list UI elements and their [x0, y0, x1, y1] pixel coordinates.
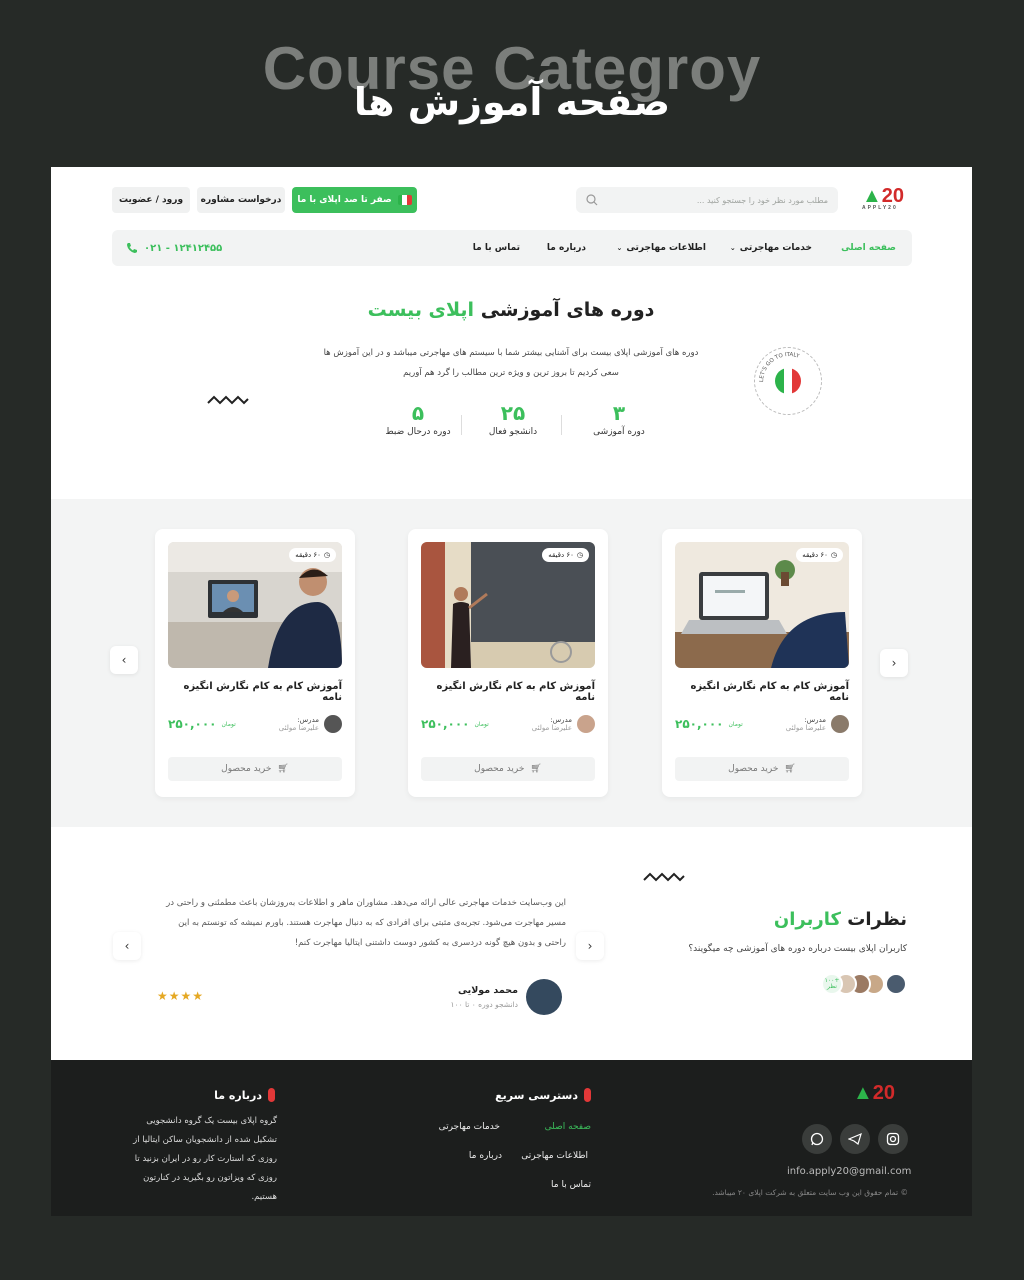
chevron-down-icon: ⌄ — [616, 244, 623, 252]
copyright-text: © تمام حقوق این وب سایت متعلق به شرکت اپ… — [712, 1188, 908, 1197]
phone-number[interactable]: ۰۲۱ - ۱۲۴۱۲۴۵۵ — [126, 230, 222, 266]
website-mockup: ▲20 APPLY20 مطلب مورد نظر خود را جستجو ک… — [51, 167, 972, 1060]
stat-courses: ۳ دوره آموزشی — [593, 401, 645, 437]
duration-badge: ◷ ۶۰ دقیقه — [289, 548, 336, 562]
buy-button[interactable]: 🛒︎ خرید محصول — [675, 757, 849, 781]
chevron-right-icon: › — [891, 656, 897, 670]
site-footer: ▲20 info.apply20@gmail.com © تمام حقوق ا… — [51, 1060, 972, 1216]
course-image: ◷ ۶۰ دقیقه — [168, 542, 342, 668]
reviews-subtitle: کاربران اپلای بیست درباره دوره های آموزش… — [688, 944, 907, 954]
login-button[interactable]: ورود / عضویت — [112, 187, 190, 213]
search-input[interactable]: مطلب مورد نظر خود را جستجو کنید ... — [576, 187, 838, 213]
intro-description: دوره های آموزشی اپلای بیست برای آشنایی ب… — [323, 348, 699, 378]
course-price: تومان ۲۵۰,۰۰۰ — [168, 717, 236, 731]
duration-badge: ◷ ۶۰ دقیقه — [796, 548, 843, 562]
intro-title: دوره های آموزشی اپلای بیست — [367, 299, 655, 321]
footer-link-home[interactable]: صفحه اصلی — [545, 1122, 591, 1132]
zigzag-decoration-icon — [643, 872, 685, 882]
avatar — [885, 973, 907, 995]
whatsapp-icon[interactable] — [802, 1124, 832, 1154]
telegram-icon[interactable] — [840, 1124, 870, 1154]
course-teacher: مدرس: علیرضا مولئی — [279, 715, 342, 733]
course-price: تومان ۲۵۰,۰۰۰ — [675, 717, 743, 731]
italy-badge: LET'S GO TO ITALY — [754, 347, 822, 415]
teacher-avatar — [324, 715, 342, 733]
red-marker-icon — [268, 1088, 275, 1102]
cart-icon: 🛒︎ — [530, 764, 542, 774]
instagram-icon[interactable] — [878, 1124, 908, 1154]
chevron-left-icon: ‹ — [124, 939, 130, 953]
teacher-avatar — [577, 715, 595, 733]
course-card[interactable]: ◷ ۶۰ دقیقه آموزش کام به کام نگارش انگیزه… — [155, 529, 355, 797]
footer-email[interactable]: info.apply20@gmail.com — [787, 1166, 911, 1177]
course-card[interactable]: ◷ ۶۰ دقیقه آموزش کام به کام نگارش انگیزه… — [408, 529, 608, 797]
carousel-next-button[interactable]: › — [880, 649, 908, 677]
stat-recording: ۵ دوره درحال ضبط — [385, 401, 451, 437]
course-teacher: مدرس: علیرضا مولئی — [786, 715, 849, 733]
zigzag-decoration-icon — [207, 395, 249, 405]
reviewer-avatar — [526, 979, 562, 1015]
nav-item-home[interactable]: صفحه اصلی — [841, 230, 896, 266]
stat-divider — [561, 415, 562, 435]
consult-button[interactable]: درخواست مشاوره — [197, 187, 285, 213]
chevron-right-icon: › — [587, 939, 593, 953]
search-icon — [586, 194, 598, 206]
logo-triangle-icon: ▲ — [853, 1082, 873, 1104]
footer-link-about[interactable]: درباره ما — [469, 1151, 502, 1161]
course-image: ◷ ۶۰ دقیقه — [421, 542, 595, 668]
course-title[interactable]: آموزش کام به کام نگارش انگیزه نامه — [675, 681, 849, 703]
red-marker-icon — [584, 1088, 591, 1102]
main-nav: صفحه اصلی خدمات مهاجرتی ⌄ اطلاعات مهاجرتی… — [112, 230, 912, 266]
about-text: گروه اپلای بیست یک گروه دانشجویی تشکیل ش… — [133, 1116, 277, 1202]
duration-badge: ◷ ۶۰ دقیقه — [542, 548, 589, 562]
footer-logo[interactable]: ▲20 — [853, 1082, 895, 1105]
reviews-title: نظرات کاربران — [773, 909, 907, 930]
phone-icon — [127, 243, 137, 253]
course-title[interactable]: آموزش کام به کام نگارش انگیزه نامه — [421, 681, 595, 703]
chevron-left-icon: ‹ — [121, 653, 127, 667]
italy-flag-icon — [397, 195, 412, 205]
reviewer-avatars: +۱۰۰ نظر — [821, 973, 907, 995]
nav-item-info[interactable]: اطلاعات مهاجرتی ⌄ — [617, 230, 706, 266]
social-icons — [802, 1124, 908, 1154]
quick-links-title: دسترسی سریع — [495, 1088, 591, 1102]
chevron-down-icon: ⌄ — [729, 244, 736, 252]
course-card[interactable]: ◷ ۶۰ دقیقه آموزش کام به کام نگارش انگیزه… — [662, 529, 862, 797]
review-next-button[interactable]: › — [576, 932, 604, 960]
course-teacher: مدرس: علیرضا مولئی — [532, 715, 595, 733]
persian-hero-title: صفحه آموزش ها — [353, 80, 671, 124]
review-prev-button[interactable]: ‹ — [113, 932, 141, 960]
rating-stars: ★★★★ — [157, 989, 205, 1003]
nav-item-services[interactable]: خدمات مهاجرتی ⌄ — [730, 230, 812, 266]
clock-icon: ◷ — [830, 551, 837, 559]
badge-circular-text: LET'S GO TO ITALY — [759, 352, 801, 382]
reviewer-info: محمد مولایی دانشجو دوره ۰ تا ۱۰۰ — [451, 979, 562, 1015]
course-title[interactable]: آموزش کام به کام نگارش انگیزه نامه — [168, 681, 342, 703]
teacher-avatar — [831, 715, 849, 733]
clock-icon: ◷ — [576, 551, 583, 559]
course-price: تومان ۲۵۰,۰۰۰ — [421, 717, 489, 731]
course-image: ◷ ۶۰ دقیقه — [675, 542, 849, 668]
footer-link-info[interactable]: اطلاعات مهاجرتی — [521, 1151, 588, 1161]
stat-students: ۲۵ دانشجو فعال — [488, 401, 538, 437]
cart-icon: 🛒︎ — [277, 764, 289, 774]
logo-triangle-icon: ▲ — [861, 185, 882, 207]
footer-link-contact[interactable]: تماس با ما — [551, 1180, 591, 1190]
about-title: درباره ما — [214, 1088, 275, 1102]
footer-link-services[interactable]: خدمات مهاجرتی — [439, 1122, 500, 1132]
review-count-badge: +۱۰۰ نظر — [821, 973, 843, 995]
carousel-prev-button[interactable]: ‹ — [110, 646, 138, 674]
review-quote: این وب‌سایت خدمات مهاجرتی عالی ارائه می‌… — [166, 898, 566, 948]
nav-item-contact[interactable]: تماس با ما — [473, 230, 520, 266]
buy-button[interactable]: 🛒︎ خرید محصول — [421, 757, 595, 781]
buy-button[interactable]: 🛒︎ خرید محصول — [168, 757, 342, 781]
cta-button[interactable]: صفر تا صد اپلای با ما — [292, 187, 417, 213]
site-logo[interactable]: ▲20 APPLY20 — [862, 185, 904, 211]
svg-text:LET'S GO TO ITALY: LET'S GO TO ITALY — [759, 352, 801, 382]
nav-item-about[interactable]: درباره ما — [547, 230, 586, 266]
clock-icon: ◷ — [323, 551, 330, 559]
cart-icon: 🛒︎ — [784, 764, 796, 774]
logo-subtext: APPLY20 — [861, 205, 898, 211]
